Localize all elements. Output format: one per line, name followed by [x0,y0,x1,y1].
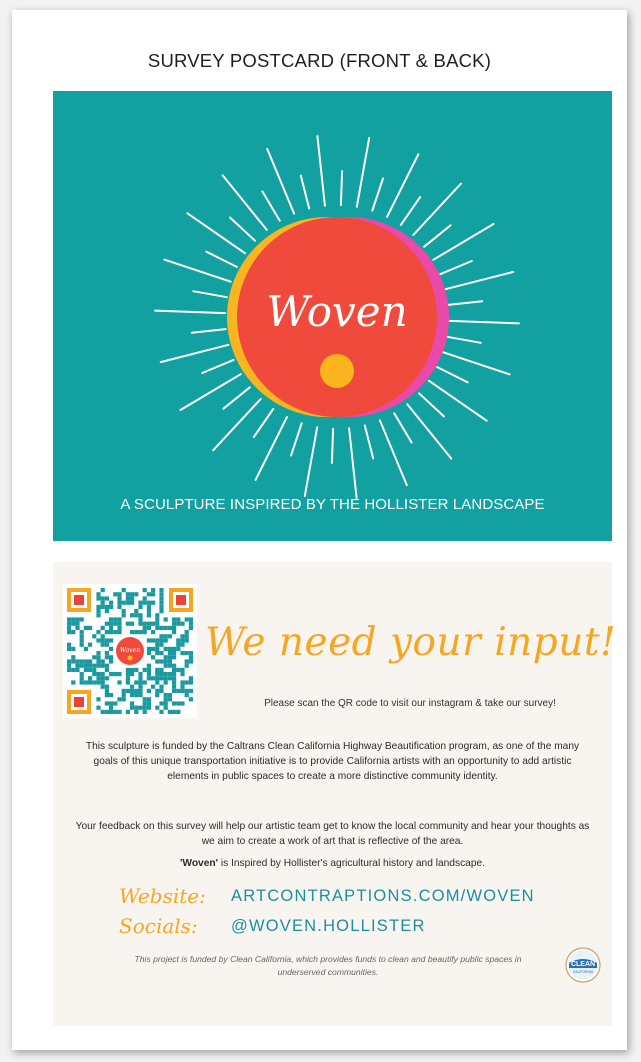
website-link[interactable]: ARTCONTRAPTIONS.COM/WOVEN [231,887,535,906]
sun-ray [299,174,311,210]
sun-ray [378,419,408,487]
postcard-front: Woven A SCULPTURE INSPIRED BY THE HOLLIS… [53,91,612,541]
qr-finder-bottom-left [67,690,91,714]
sun-ray [447,319,520,325]
sun-ray [159,343,230,364]
sun-ray [252,408,275,438]
page-title: SURVEY POSTCARD (FRONT & BACK) [147,50,492,71]
sun-ray [436,366,469,384]
sun-ray [261,190,281,222]
socials-label: Socials: [119,914,198,938]
sun-ray [339,170,344,207]
website-label: Website: [119,884,206,908]
sun-ray [418,392,445,418]
clean-logo-bottom: CALIFORNIA [573,970,594,974]
sun-ray [266,147,296,215]
sun-ray [290,422,303,457]
sun-ray [316,135,326,207]
clean-logo-top: CLEAN [571,961,595,968]
funding-footnote: This project is funded by Clean Californ… [134,954,522,977]
sun-ray [221,174,268,231]
sun-ray [192,290,228,299]
qr-code[interactable]: Woven [63,584,197,718]
woven-logo-text: Woven [266,287,407,336]
inspiration-paragraph: 'Woven' is Inspired by Hollister's agric… [75,856,590,871]
clean-california-logo: CLEAN CALIFORNIA [565,947,601,983]
headline: We need your input! [205,620,617,665]
sun-ray [355,136,371,208]
sun-ray [179,373,242,411]
sun-ray [201,358,235,374]
sun-ray [423,224,452,248]
front-caption: A SCULPTURE INSPIRED BY THE HOLLISTER LA… [120,496,545,513]
sun-ray [406,403,453,460]
sun-ray [348,427,358,499]
sun-ray [190,328,227,334]
sunburst-illustration: Woven [154,135,520,499]
sun-ray [371,177,384,212]
sun-ray [154,309,227,315]
sun-ray [432,223,495,261]
sun-ray [222,386,251,410]
sun-ray [303,426,319,498]
sun-ray [186,212,246,255]
qr-finder-top-left [67,588,91,612]
funding-paragraph: This sculpture is funded by the Caltrans… [85,741,580,782]
qr-logo-text: Woven [120,647,140,654]
sun-ray [229,216,256,242]
sun-ray [205,250,238,268]
sun-ray [412,182,462,236]
sun-ray [399,196,422,226]
scan-instruction: Please scan the QR code to visit our ins… [264,698,556,709]
inspiration-rest: is Inspired by Hollister's agricultural … [218,858,485,869]
sun-ray [444,270,515,291]
feedback-paragraph: Your feedback on this survey will help o… [75,821,590,847]
sun-ray [363,424,375,460]
sun-ray [439,260,473,276]
postcard-sheet: SURVEY POSTCARD (FRONT & BACK) Woven A S… [12,10,627,1050]
sun-ray [330,427,335,464]
inspiration-bold: 'Woven' [179,858,219,869]
sun-dot [320,354,354,388]
sun-ray [212,398,262,452]
postcard-back: Woven We need your input! Please scan th… [53,562,617,1026]
sun-ray [446,335,482,344]
sun-ray [393,412,413,444]
sun-ray [163,258,232,283]
sun-ray [428,379,488,422]
qr-finder-top-right [169,588,193,612]
socials-handle[interactable]: @WOVEN.HOLLISTER [231,917,426,936]
sun-ray [447,300,484,306]
sun-ray [442,351,511,376]
